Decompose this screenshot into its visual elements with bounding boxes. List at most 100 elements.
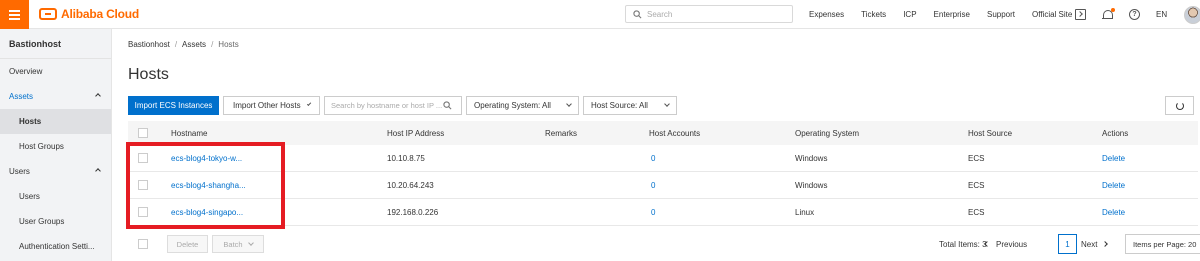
nav-link-expenses[interactable]: Expenses <box>809 10 844 19</box>
sidebar-item-user-groups[interactable]: User Groups <box>0 209 111 234</box>
host-ip-cell: 10.20.64.243 <box>387 180 434 190</box>
row-checkbox[interactable] <box>138 153 148 163</box>
nav-link-icp[interactable]: ICP <box>903 10 916 19</box>
top-navigation-bar: Alibaba Cloud Expenses Tickets ICP Enter… <box>0 0 1200 29</box>
chevron-up-icon <box>95 93 101 99</box>
table-row: ecs-blog4-tokyo-w... 10.10.8.75 0 Window… <box>128 145 1198 172</box>
host-source-filter[interactable]: Host Source: All <box>583 96 677 115</box>
language-switcher[interactable]: EN <box>1156 10 1167 19</box>
avatar[interactable] <box>1184 5 1200 24</box>
page-title: Hosts <box>128 66 169 83</box>
chevron-up-icon <box>95 168 101 174</box>
bulk-delete-button[interactable]: Delete <box>167 235 208 253</box>
column-header-host-accounts: Host Accounts <box>649 128 701 138</box>
column-header-host-ip: Host IP Address <box>387 128 445 138</box>
next-page-label: Next <box>1081 239 1098 249</box>
batch-actions-label: Batch <box>223 239 243 249</box>
host-search-input[interactable] <box>331 101 443 110</box>
alibaba-logo-icon <box>39 8 57 20</box>
remarks-cell <box>545 172 605 198</box>
select-all-checkbox[interactable] <box>138 128 148 138</box>
nav-link-official-site[interactable]: Official Site <box>1032 10 1072 19</box>
hosts-table: Hostname Host IP Address Remarks Host Ac… <box>128 121 1198 226</box>
hostname-cell: ecs-blog4-tokyo-w... <box>171 145 271 171</box>
chevron-down-icon <box>306 101 312 107</box>
row-checkbox[interactable] <box>138 180 148 190</box>
hamburger-icon <box>9 13 20 16</box>
hostname-link[interactable]: ecs-blog4-tokyo-w... <box>171 154 242 163</box>
alibaba-cloud-logo[interactable]: Alibaba Cloud <box>39 7 139 21</box>
host-source-cell: ECS <box>968 153 985 163</box>
next-page-button[interactable]: Next <box>1081 234 1121 254</box>
main-content: Bastionhost / Assets / Hosts Hosts Impor… <box>113 29 1200 261</box>
nav-link-support[interactable]: Support <box>987 10 1015 19</box>
hostname-cell: ecs-blog4-shangha... <box>171 172 271 198</box>
table-footer: Delete Batch Total Items: 3 Previous 1 N… <box>128 234 1200 254</box>
import-other-hosts-label: Import Other Hosts <box>233 101 301 110</box>
host-accounts-link[interactable]: 0 <box>651 181 655 190</box>
nav-link-enterprise[interactable]: Enterprise <box>934 10 970 19</box>
items-per-page-select[interactable]: Items per Page: 20 <box>1125 234 1200 254</box>
help-icon[interactable]: ? <box>1129 9 1140 20</box>
table-row: ecs-blog4-shangha... 10.20.64.243 0 Wind… <box>128 172 1198 199</box>
operating-system-cell: Windows <box>795 153 828 163</box>
sidebar-item-hosts[interactable]: Hosts <box>0 109 111 134</box>
host-source-cell: ECS <box>968 180 985 190</box>
global-search[interactable] <box>625 5 793 23</box>
chevron-left-icon <box>984 241 990 247</box>
hamburger-menu-button[interactable] <box>0 0 29 29</box>
top-nav-links: Expenses Tickets ICP Enterprise Support … <box>809 0 1089 29</box>
host-source-cell: ECS <box>968 207 985 217</box>
sidebar-group-users[interactable]: Users <box>0 159 111 184</box>
bell-icon[interactable] <box>1102 8 1115 20</box>
breadcrumb-separator: / <box>211 40 214 49</box>
footer-select-all-checkbox[interactable] <box>138 239 148 249</box>
remarks-cell <box>545 199 605 225</box>
chevron-down-icon <box>664 101 670 107</box>
sidebar: Bastionhost Overview Assets Hosts Host G… <box>0 29 112 261</box>
sidebar-group-assets[interactable]: Assets <box>0 84 111 109</box>
delete-link[interactable]: Delete <box>1102 208 1125 217</box>
page-number-current[interactable]: 1 <box>1058 234 1077 254</box>
sidebar-group-users-label: Users <box>9 167 30 176</box>
column-header-actions: Actions <box>1102 128 1129 138</box>
actions-cell: Delete <box>1102 172 1162 198</box>
sidebar-item-overview[interactable]: Overview <box>0 59 111 84</box>
delete-link[interactable]: Delete <box>1102 181 1125 190</box>
search-icon[interactable] <box>443 101 452 110</box>
hostname-link[interactable]: ecs-blog4-shangha... <box>171 181 246 190</box>
operating-system-cell: Windows <box>795 180 828 190</box>
row-checkbox[interactable] <box>138 207 148 217</box>
table-row: ecs-blog4-singapo... 192.168.0.226 0 Lin… <box>128 199 1198 226</box>
search-icon <box>633 9 642 18</box>
table-header-row: Hostname Host IP Address Remarks Host Ac… <box>128 121 1198 145</box>
previous-page-button[interactable]: Previous <box>984 234 1041 254</box>
breadcrumb-hosts: Hosts <box>218 40 239 49</box>
sidebar-item-host-groups[interactable]: Host Groups <box>0 134 111 159</box>
nav-link-tickets[interactable]: Tickets <box>861 10 886 19</box>
hostname-cell: ecs-blog4-singapo... <box>171 199 271 225</box>
refresh-button[interactable] <box>1165 96 1194 115</box>
import-other-hosts-button[interactable]: Import Other Hosts <box>223 96 320 115</box>
sidebar-item-users[interactable]: Users <box>0 184 111 209</box>
terminal-icon[interactable] <box>1075 9 1086 20</box>
hosts-toolbar: Import ECS Instances Import Other Hosts … <box>128 96 677 115</box>
chevron-down-icon <box>247 239 254 246</box>
hostname-link[interactable]: ecs-blog4-singapo... <box>171 208 243 217</box>
host-accounts-link[interactable]: 0 <box>651 154 655 163</box>
chevron-down-icon <box>566 101 572 107</box>
global-search-input[interactable] <box>647 9 787 19</box>
operating-system-filter[interactable]: Operating System: All <box>466 96 579 115</box>
host-accounts-cell: 0 <box>651 145 751 171</box>
notification-dot <box>1111 8 1115 12</box>
remarks-cell <box>545 145 605 171</box>
delete-link[interactable]: Delete <box>1102 154 1125 163</box>
batch-actions-dropdown[interactable]: Batch <box>212 235 264 253</box>
breadcrumb-bastionhost[interactable]: Bastionhost <box>128 40 170 49</box>
sidebar-item-authentication-settings[interactable]: Authentication Setti... <box>0 234 111 259</box>
breadcrumb-assets[interactable]: Assets <box>182 40 206 49</box>
host-accounts-link[interactable]: 0 <box>651 208 655 217</box>
refresh-icon <box>1175 101 1184 110</box>
host-search-field[interactable] <box>324 96 462 115</box>
import-ecs-instances-button[interactable]: Import ECS Instances <box>128 96 219 115</box>
